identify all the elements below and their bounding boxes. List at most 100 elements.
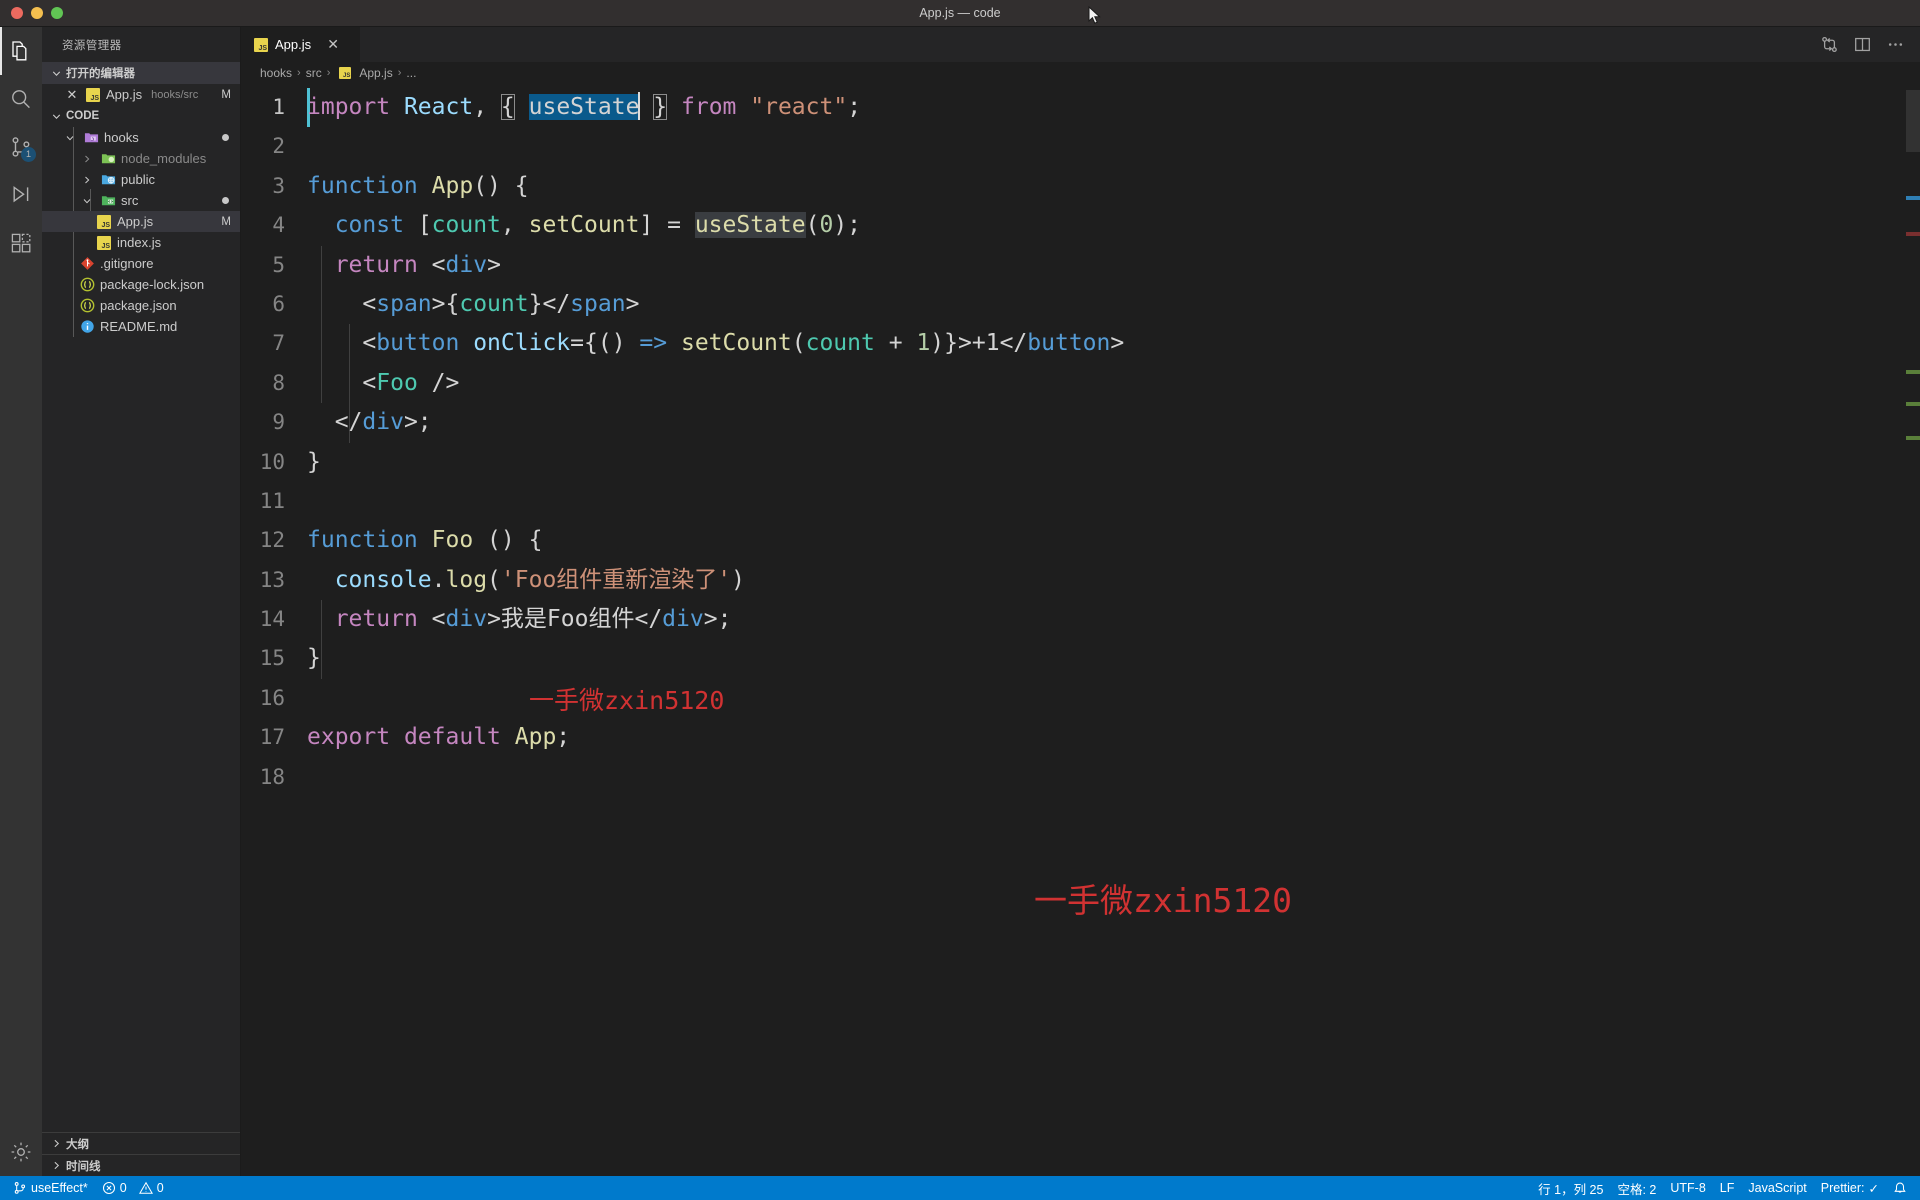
line-number: 4 <box>272 213 285 238</box>
line-number: 14 <box>259 607 285 632</box>
code-line-8[interactable]: <Foo /> <box>307 364 1920 403</box>
status-notifications[interactable] <box>1886 1176 1914 1200</box>
minimize-window-button[interactable] <box>31 7 43 19</box>
window-title: App.js — code <box>919 6 1001 20</box>
breadcrumb-item-hooks[interactable]: hooks <box>260 66 292 80</box>
activity-search[interactable] <box>0 75 42 123</box>
overview-mark-modified <box>1906 196 1920 200</box>
tree-item-label: .gitignore <box>100 256 154 271</box>
code-line-2[interactable] <box>307 127 1920 166</box>
close-icon[interactable]: ✕ <box>325 36 341 53</box>
tree-item-public[interactable]: public <box>42 169 240 190</box>
status-formatter[interactable]: Prettier: ✓ <box>1814 1176 1886 1200</box>
tree-item-src[interactable]: src <box>42 190 240 211</box>
code-line-5[interactable]: return <div> <box>307 246 1920 285</box>
activity-explorer[interactable] <box>0 27 42 75</box>
tree-item-app-js[interactable]: JS App.js M <box>42 211 240 232</box>
close-window-button[interactable] <box>11 7 23 19</box>
tree-item-node-modules[interactable]: node_modules <box>42 148 240 169</box>
code-editor[interactable]: 1 2 3 4 5 6 7 8 9 10 11 12 13 14 15 16 1 <box>241 84 1920 1176</box>
status-eol[interactable]: LF <box>1713 1176 1742 1200</box>
folder-public-icon <box>100 172 116 188</box>
line-number: 10 <box>259 449 285 474</box>
code-line-3[interactable]: function App() { <box>307 167 1920 206</box>
tree-item-hooks[interactable]: hooks <box>42 127 240 148</box>
code-line-12[interactable]: function Foo () { <box>307 521 1920 560</box>
line-number: 17 <box>259 725 285 750</box>
status-language-mode[interactable]: JavaScript <box>1741 1176 1813 1200</box>
window-body: 1 资源管理器 打开的编辑器 ✕ JS App.js hooks/src M C… <box>0 27 1920 1176</box>
activity-run-and-debug[interactable] <box>0 171 42 219</box>
open-editor-name: App.js <box>106 87 143 102</box>
status-encoding[interactable]: UTF-8 <box>1663 1176 1712 1200</box>
code-line-15[interactable]: } <box>307 639 1920 678</box>
breadcrumb-item-symbols[interactable]: ... <box>406 66 416 80</box>
js-file-icon: JS <box>253 37 269 53</box>
activity-manage-settings[interactable] <box>0 1128 42 1176</box>
code-line-13[interactable]: console.log('Foo组件重新渲染了') <box>307 561 1920 600</box>
code-line-6[interactable]: <span>{count}</span> <box>307 285 1920 324</box>
json-file-icon <box>79 277 95 293</box>
code-line-1[interactable]: import React, { useState } from "react"; <box>307 88 1920 127</box>
code-content[interactable]: import React, { useState } from "react";… <box>307 84 1920 1176</box>
code-line-14[interactable]: return <div>我是Foo组件</div>; <box>307 600 1920 639</box>
workspace-folder-header[interactable]: CODE <box>42 105 240 127</box>
tab-bar-spacer <box>361 27 1821 62</box>
close-icon[interactable]: ✕ <box>64 87 80 103</box>
line-number: 11 <box>259 488 285 513</box>
open-editors-header[interactable]: 打开的编辑器 <box>42 62 240 84</box>
line-number: 1 <box>272 95 285 119</box>
outline-section-header[interactable]: 大纲 <box>42 1132 240 1154</box>
line-number: 8 <box>272 370 285 395</box>
breadcrumb-item-appjs[interactable]: App.js <box>359 66 392 80</box>
tree-item-index-js[interactable]: JS index.js <box>42 232 240 253</box>
activity-extensions[interactable] <box>0 219 42 267</box>
chevron-right-icon: › <box>397 67 402 79</box>
status-branch-label: useEffect* <box>31 1181 88 1195</box>
search-icon <box>9 87 33 111</box>
status-branch[interactable]: useEffect* <box>6 1176 95 1200</box>
code-line-9[interactable]: </div>; <box>307 403 1920 442</box>
status-warning-count: 0 <box>156 1181 164 1195</box>
line-number: 13 <box>259 567 285 592</box>
chevron-right-icon <box>48 1158 64 1174</box>
tree-item-label: package.json <box>100 298 177 313</box>
tree-item-package-lock-json[interactable]: package-lock.json <box>42 274 240 295</box>
code-line-4[interactable]: const [count, setCount] = useState(0); <box>307 206 1920 245</box>
timeline-section-header[interactable]: 时间线 <box>42 1154 240 1176</box>
overview-mark-error <box>1906 232 1920 236</box>
line-number: 18 <box>259 764 285 789</box>
maximize-window-button[interactable] <box>51 7 63 19</box>
timeline-label: 时间线 <box>66 1160 101 1173</box>
folder-hooks-icon <box>83 130 99 146</box>
editor-scrollbar-thumb[interactable] <box>1906 90 1920 152</box>
chevron-down-icon <box>79 193 95 209</box>
tab-app-js[interactable]: JS App.js ✕ <box>241 27 361 62</box>
code-line-17[interactable]: export default App; <box>307 718 1920 757</box>
compare-changes-icon[interactable] <box>1821 36 1838 53</box>
js-file-icon: JS <box>96 235 112 251</box>
open-editor-status: M <box>221 88 231 101</box>
ellipsis-icon[interactable] <box>1887 36 1904 53</box>
overview-ruler[interactable] <box>1906 84 1920 1176</box>
code-line-11[interactable] <box>307 482 1920 521</box>
tree-item-label: App.js <box>117 214 154 229</box>
code-line-10[interactable]: } <box>307 443 1920 482</box>
tree-item-readme-md[interactable]: README.md <box>42 316 240 337</box>
tree-item-label: src <box>121 193 139 208</box>
status-cursor-position[interactable]: 行 1，列 25 <box>1531 1176 1610 1200</box>
js-file-icon: JS <box>96 214 112 230</box>
split-editor-icon[interactable] <box>1854 36 1871 53</box>
tree-item-package-json[interactable]: package.json <box>42 295 240 316</box>
activity-source-control[interactable]: 1 <box>0 123 42 171</box>
open-editor-item-appjs[interactable]: ✕ JS App.js hooks/src M <box>42 84 240 105</box>
tree-item-gitignore[interactable]: .gitignore <box>42 253 240 274</box>
code-line-7[interactable]: <button onClick={() => setCount(count + … <box>307 324 1920 363</box>
folder-node-icon <box>100 151 116 167</box>
code-line-18[interactable] <box>307 758 1920 797</box>
breadcrumb-item-src[interactable]: src <box>306 66 322 80</box>
chevron-right-icon <box>79 151 95 167</box>
js-file-icon: JS <box>85 87 101 103</box>
status-problems[interactable]: 0 0 <box>95 1176 171 1200</box>
status-indentation[interactable]: 空格: 2 <box>1610 1176 1663 1200</box>
